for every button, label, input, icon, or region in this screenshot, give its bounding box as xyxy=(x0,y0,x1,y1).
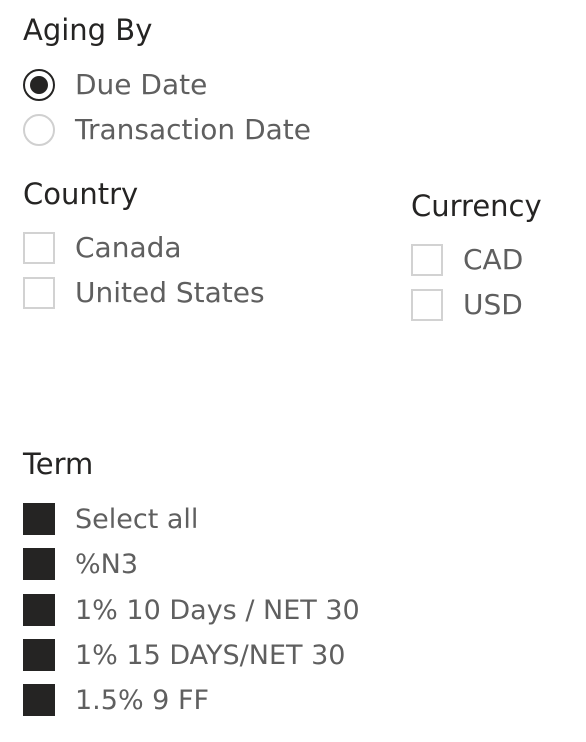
checkbox-checked-icon[interactable] xyxy=(23,684,55,716)
term-option-n3[interactable]: %N3 xyxy=(23,546,138,582)
aging-by-title: Aging By xyxy=(23,13,153,47)
country-option-canada[interactable]: Canada xyxy=(23,230,182,266)
term-option-1pct-15-days-net-30[interactable]: 1% 15 DAYS/NET 30 xyxy=(23,637,345,673)
currency-option-usd[interactable]: USD xyxy=(411,287,523,323)
radio-label-transaction-date: Transaction Date xyxy=(75,113,312,146)
country-label-canada: Canada xyxy=(75,231,182,264)
term-label-1pct-10-days-net-30: 1% 10 Days / NET 30 xyxy=(75,594,360,626)
radio-label-due-date: Due Date xyxy=(75,68,208,101)
checkbox-checked-icon[interactable] xyxy=(23,503,55,535)
term-option-select-all[interactable]: Select all xyxy=(23,501,198,537)
country-option-united-states[interactable]: United States xyxy=(23,275,265,311)
term-option-1pct-10-days-net-30[interactable]: 1% 10 Days / NET 30 xyxy=(23,592,360,628)
radio-option-due-date[interactable]: Due Date xyxy=(23,67,207,103)
checkbox-checked-icon[interactable] xyxy=(23,639,55,671)
radio-option-transaction-date[interactable]: Transaction Date xyxy=(23,112,311,148)
term-option-1-5pct-9-ff[interactable]: 1.5% 9 FF xyxy=(23,682,209,718)
term-label-select-all: Select all xyxy=(75,503,199,535)
country-title: Country xyxy=(23,177,139,211)
currency-title: Currency xyxy=(411,189,542,223)
radio-unselected-icon[interactable] xyxy=(23,114,55,146)
checkbox-icon[interactable] xyxy=(411,289,443,321)
currency-label-usd: USD xyxy=(463,288,523,321)
checkbox-icon[interactable] xyxy=(23,232,55,264)
term-label-1-5pct-9-ff: 1.5% 9 FF xyxy=(75,684,209,716)
checkbox-icon[interactable] xyxy=(23,277,55,309)
currency-option-cad[interactable]: CAD xyxy=(411,242,523,278)
checkbox-checked-icon[interactable] xyxy=(23,548,55,580)
term-title: Term xyxy=(23,447,94,481)
checkbox-checked-icon[interactable] xyxy=(23,594,55,626)
checkbox-icon[interactable] xyxy=(411,244,443,276)
term-label-n3: %N3 xyxy=(75,548,139,580)
radio-selected-icon[interactable] xyxy=(23,69,55,101)
term-label-1pct-15-days-net-30: 1% 15 DAYS/NET 30 xyxy=(75,639,346,671)
country-label-united-states: United States xyxy=(75,276,265,309)
currency-label-cad: CAD xyxy=(463,243,524,276)
